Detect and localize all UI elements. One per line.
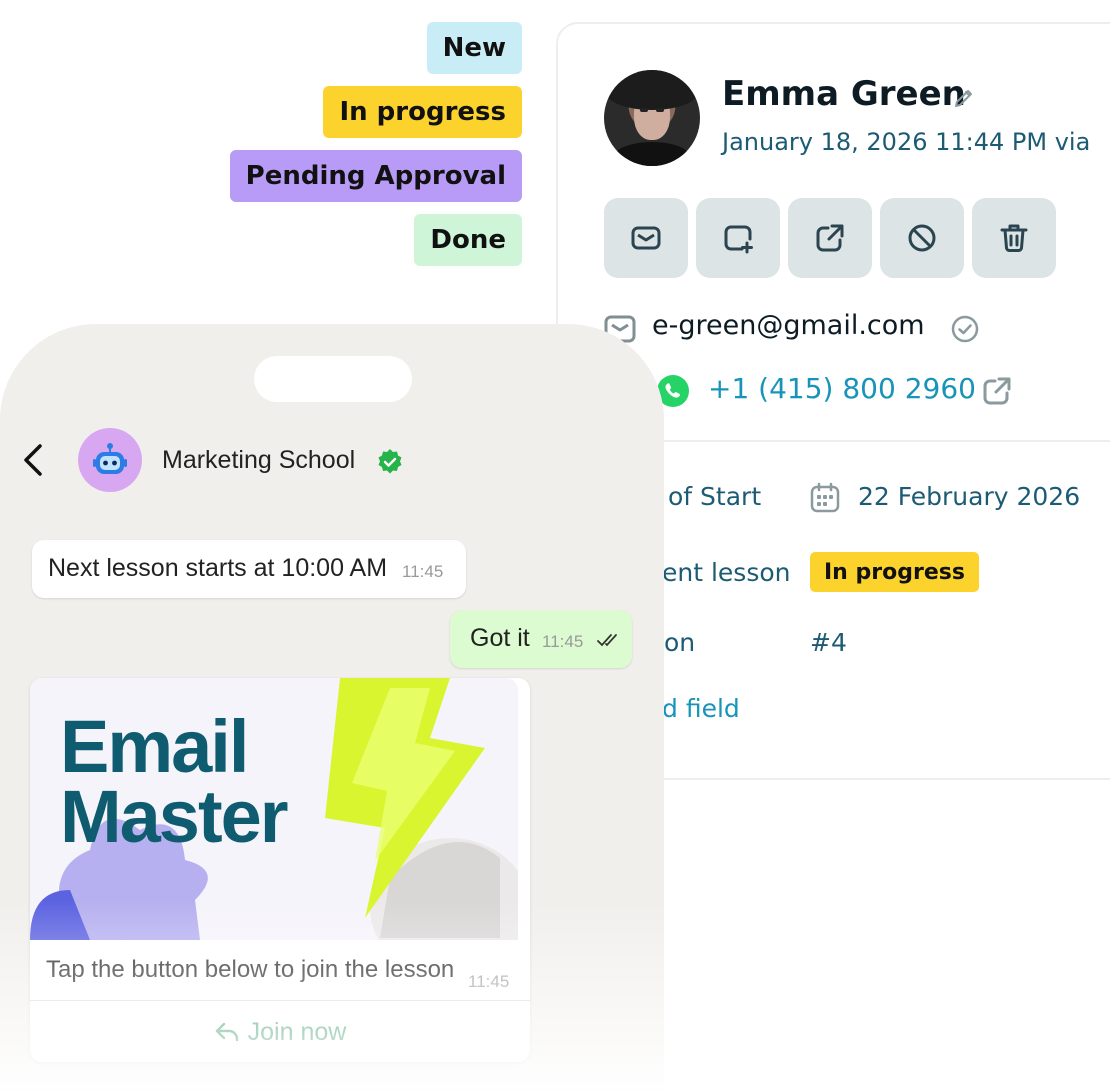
phone-mockup: Marketing School Next lesson starts at 1… [0,324,664,1090]
block-button[interactable] [880,198,964,278]
mail-icon [631,226,661,250]
message-text: Next lesson starts at 10:00 AM [48,554,388,582]
reply-icon [215,1022,238,1042]
contact-datetime: January 18, 2026 11:44 PM via [722,128,1091,156]
media-message: Email Master Tap the button below to joi… [30,678,530,1062]
delete-button[interactable] [972,198,1056,278]
verified-check-icon [951,315,979,343]
outgoing-message: Got it 11:45 [450,610,632,668]
start-date-value[interactable]: 22 February 2026 [858,482,1080,511]
incoming-message: Next lesson starts at 10:00 AM 11:45 [32,540,466,598]
edit-icon[interactable] [952,86,976,110]
robot-icon [93,443,127,474]
status-tag-new[interactable]: New [426,22,522,74]
lesson-label: on [664,628,696,657]
status-tag-done[interactable]: Done [414,214,522,266]
open-external-icon [816,224,844,252]
open-external-icon[interactable] [980,374,1014,408]
phone-notch [254,356,412,402]
calendar-icon [810,482,840,513]
phone-number[interactable]: +1 (415) 800 2960 [708,372,976,405]
join-now-label: Join now [247,1017,347,1046]
trash-icon [1000,224,1028,252]
contact-name: Emma Green [722,74,966,114]
status-tag-in-progress[interactable]: In progress [323,86,522,138]
add-field-link[interactable]: d field [662,694,740,723]
lesson-banner-image[interactable]: Email Master [30,678,518,940]
add-task-button[interactable] [696,198,780,278]
chat-title: Marketing School [162,446,356,474]
message-time: 11:45 [468,972,510,991]
back-arrow-icon[interactable] [18,442,48,478]
avatar [604,70,700,166]
message-time: 11:45 [542,632,584,651]
media-caption: Tap the button below to join the lesson [46,956,455,983]
current-lesson-status-badge[interactable]: In progress [810,552,979,592]
banner-title: Email Master [60,705,289,858]
status-tag-pending-approval[interactable]: Pending Approval [229,150,522,202]
message-time: 11:45 [402,562,444,581]
read-receipt-icon [597,634,617,647]
current-lesson-label: ent lesson [662,558,791,587]
join-now-button[interactable]: Join now [30,1002,530,1062]
verified-badge-icon [378,449,402,474]
button-divider [30,1000,530,1001]
lesson-value[interactable]: #4 [810,628,847,657]
send-email-button[interactable] [604,198,688,278]
start-date-label: of Start [668,482,762,511]
chat-avatar[interactable] [78,428,142,492]
block-icon [908,224,936,252]
open-external-button[interactable] [788,198,872,278]
email-address[interactable]: e-green@gmail.com [652,310,925,341]
add-task-icon [724,225,753,254]
message-text: Got it [470,624,530,652]
